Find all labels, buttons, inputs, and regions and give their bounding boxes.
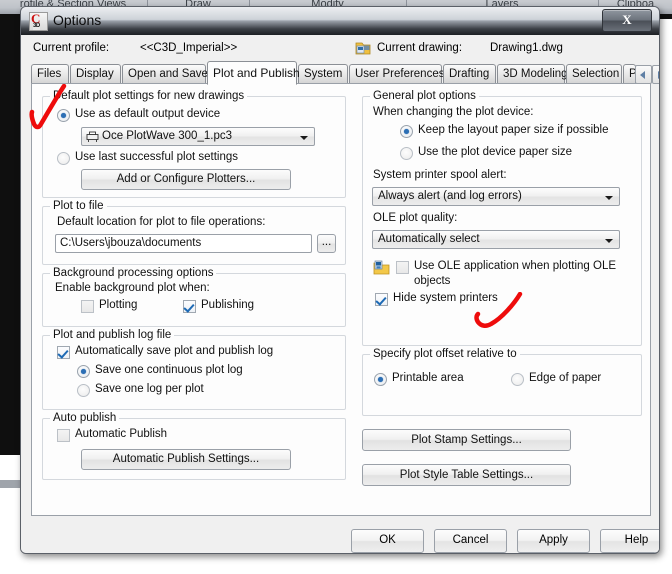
tab-selection[interactable]: Selection (566, 64, 622, 84)
label-default-location: Default location for plot to file operat… (57, 216, 266, 228)
group-background-processing: Background processing options Enable bac… (42, 267, 346, 327)
label-publishing: Publishing (201, 299, 255, 311)
close-button[interactable]: X (602, 9, 652, 32)
group-default-plot-settings: Default plot settings for new drawings U… (42, 90, 346, 198)
group-title-default-plot-settings: Default plot settings for new drawings (50, 90, 248, 102)
group-title-plot-publish-log: Plot and publish log file (50, 329, 175, 341)
ok-button[interactable]: OK (351, 529, 424, 553)
label-use-last-successful-plot-settings: Use last successful plot settings (75, 151, 238, 163)
label-keep-layout-paper-size: Keep the layout paper size if possible (418, 124, 609, 136)
ole-folder-icon (373, 260, 390, 276)
label-save-one-continuous-plot-log: Save one continuous plot log (95, 364, 243, 376)
chevron-down-icon (605, 196, 613, 200)
automatic-publish-settings-button[interactable]: Automatic Publish Settings... (81, 449, 291, 470)
group-title-general-plot-options: General plot options (370, 90, 479, 102)
radio-save-one-continuous-plot-log[interactable] (77, 365, 90, 378)
radio-edge-of-paper[interactable] (511, 373, 524, 386)
radio-use-last-successful-plot-settings[interactable] (57, 152, 70, 165)
label-hide-system-printers: Hide system printers (393, 292, 498, 304)
label-use-ole-application-line2: objects (414, 275, 451, 287)
current-profile-value: <<C3D_Imperial>> (140, 42, 238, 54)
ole-plot-quality-combo[interactable]: Automatically select (372, 230, 620, 249)
group-title-plot-offset: Specify plot offset relative to (370, 348, 520, 360)
label-save-one-log-per-plot: Save one log per plot (95, 383, 204, 395)
current-profile-label: Current profile: (33, 42, 110, 54)
tab-files[interactable]: Files (31, 64, 69, 84)
plotter-icon (86, 131, 99, 143)
radio-save-one-log-per-plot[interactable] (77, 384, 90, 397)
group-general-plot-options: General plot options When changing the p… (362, 90, 642, 346)
label-plotting: Plotting (99, 299, 138, 311)
group-auto-publish: Auto publish Automatic Publish Automatic… (42, 412, 346, 480)
tab-plot-and-publish[interactable]: Plot and Publish (207, 61, 300, 85)
checkbox-publishing[interactable] (183, 300, 196, 313)
checkbox-use-ole-application[interactable] (396, 261, 409, 274)
dialog-body: Current profile: <<C3D_Imperial>> Curren… (21, 35, 659, 553)
dialog-title: Options (53, 12, 102, 28)
drawing-file-icon (355, 41, 371, 56)
tab-3d-modeling[interactable]: 3D Modeling (497, 64, 568, 84)
tab-drafting[interactable]: Drafting (443, 64, 496, 84)
civil3d-icon: C 3D (29, 12, 48, 31)
label-system-printer-spool-alert: System printer spool alert: (373, 169, 507, 181)
plot-file-location-input[interactable]: C:\Users\jbouza\documents (55, 234, 312, 253)
default-output-device-value: Oce PlotWave 300_1.pc3 (102, 130, 232, 142)
tab-system[interactable]: System (298, 64, 348, 84)
tab-scroll-left-button[interactable] (635, 65, 652, 84)
checkbox-auto-save-log[interactable] (57, 346, 70, 359)
canvas-gray-bar (0, 480, 22, 488)
radio-use-as-default-output-device[interactable] (57, 109, 70, 122)
group-title-background-processing: Background processing options (50, 267, 217, 279)
tab-open-and-save[interactable]: Open and Save (122, 64, 208, 84)
checkbox-automatic-publish[interactable] (57, 429, 70, 442)
apply-button[interactable]: Apply (517, 529, 590, 553)
label-edge-of-paper: Edge of paper (529, 372, 602, 384)
checkbox-plotting[interactable] (81, 300, 94, 313)
profile-bar: Current profile: <<C3D_Imperial>> Curren… (33, 41, 645, 59)
current-drawing-value: Drawing1.dwg (490, 42, 563, 54)
group-plot-offset: Specify plot offset relative to Printabl… (362, 348, 642, 416)
plot-and-publish-panel: Default plot settings for new drawings U… (31, 83, 651, 516)
tab-scroll-right-button[interactable] (652, 65, 659, 84)
dialog-titlebar: C 3D Options X (21, 7, 659, 36)
spool-alert-value: Always alert (and log errors) (378, 190, 522, 202)
label-auto-save-log: Automatically save plot and publish log (75, 345, 274, 357)
label-use-plot-device-paper-size: Use the plot device paper size (418, 146, 573, 158)
plot-style-table-settings-button[interactable]: Plot Style Table Settings... (362, 464, 571, 486)
group-title-plot-to-file: Plot to file (50, 200, 107, 212)
checkbox-hide-system-printers[interactable] (375, 293, 388, 306)
group-plot-publish-log: Plot and publish log file Automatically … (42, 329, 346, 410)
system-printer-spool-alert-combo[interactable]: Always alert (and log errors) (372, 187, 620, 206)
cancel-button[interactable]: Cancel (434, 529, 507, 553)
chevron-down-icon (300, 136, 308, 140)
label-use-ole-application-line1: Use OLE application when plotting OLE (414, 260, 617, 272)
chevron-down-icon (605, 239, 613, 243)
group-plot-to-file: Plot to file Default location for plot t… (42, 200, 346, 265)
dialog-footer: OK Cancel Apply Help (21, 521, 659, 553)
label-when-changing-plot-device: When changing the plot device: (373, 106, 534, 118)
radio-printable-area[interactable] (374, 373, 387, 386)
help-button[interactable]: Help (600, 529, 659, 553)
label-automatic-publish: Automatic Publish (75, 428, 168, 440)
radio-keep-layout-paper-size[interactable] (400, 125, 413, 138)
plot-stamp-settings-button[interactable]: Plot Stamp Settings... (362, 429, 571, 451)
tab-bar: Files Display Open and Save Plot and Pub… (31, 61, 659, 85)
options-dialog: C 3D Options X Current profile: <<C3D_Imp… (20, 6, 660, 554)
add-or-configure-plotters-button[interactable]: Add or Configure Plotters... (81, 169, 291, 190)
label-enable-background-plot: Enable background plot when: (55, 282, 210, 294)
browse-location-button[interactable]: ... (317, 234, 336, 253)
group-title-auto-publish: Auto publish (50, 412, 120, 424)
current-drawing-label: Current drawing: (377, 42, 463, 54)
default-output-device-combo[interactable]: Oce PlotWave 300_1.pc3 (81, 127, 315, 146)
label-printable-area: Printable area (392, 372, 464, 384)
tab-user-preferences[interactable]: User Preferences (349, 64, 444, 84)
tab-display[interactable]: Display (70, 64, 121, 84)
label-ole-plot-quality: OLE plot quality: (373, 212, 458, 224)
plot-file-location-value: C:\Users\jbouza\documents (60, 237, 202, 249)
ole-plot-quality-value: Automatically select (378, 233, 480, 245)
label-use-as-default-output-device: Use as default output device (75, 108, 221, 120)
radio-use-plot-device-paper-size[interactable] (400, 147, 413, 160)
